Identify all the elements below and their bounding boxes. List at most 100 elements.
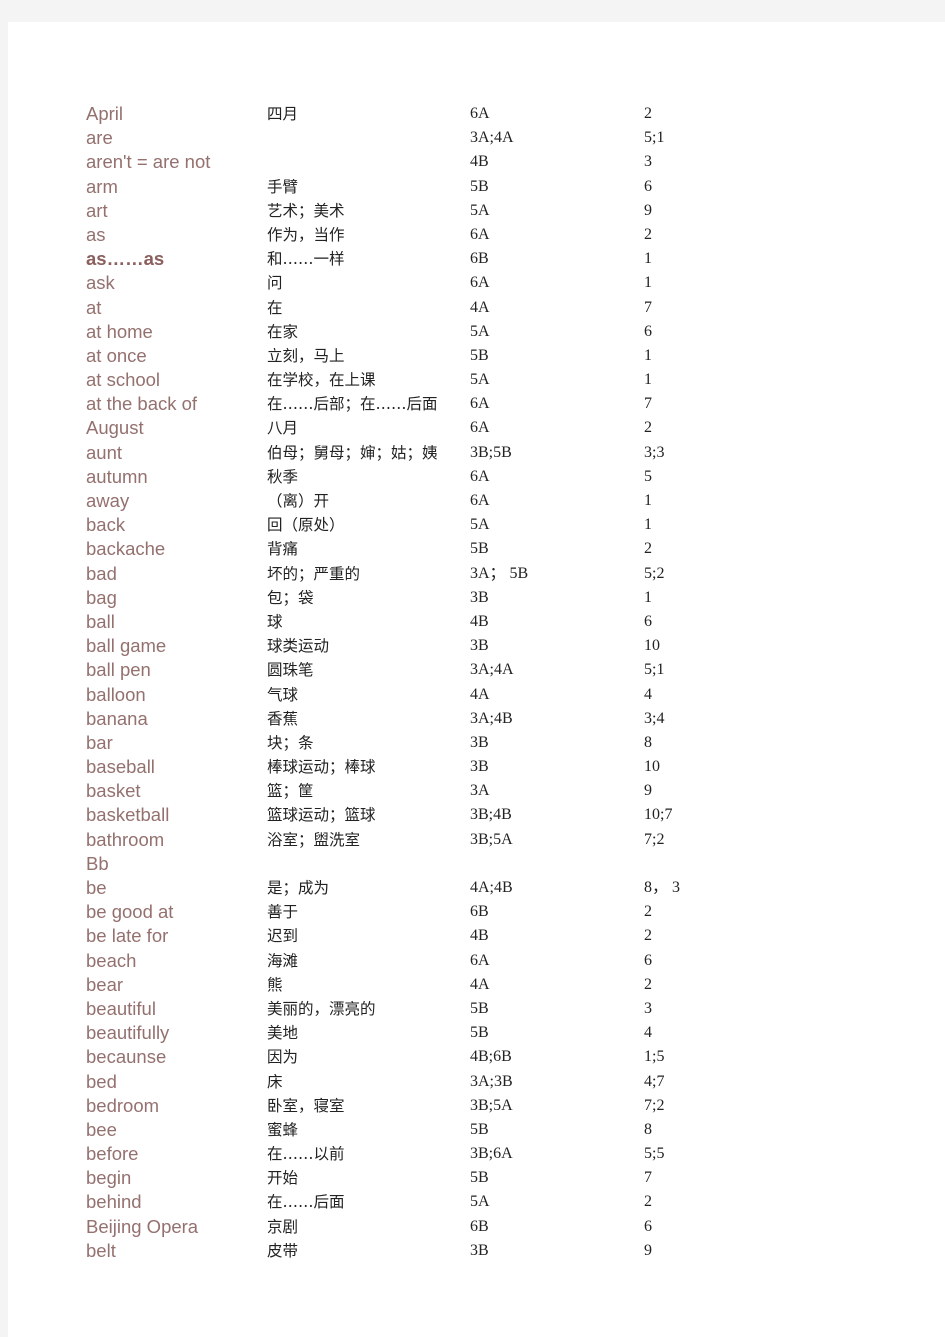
- book-cell: 4B;6B: [470, 1048, 512, 1066]
- word-cell: bed: [86, 1070, 117, 1092]
- word-cell: be late for: [86, 925, 169, 947]
- unit-cell: 1: [644, 346, 652, 364]
- unit-cell: 7;2: [644, 1096, 665, 1114]
- meaning-cell: 在……以前: [267, 1145, 345, 1164]
- unit-cell: 4: [644, 1024, 652, 1042]
- unit-cell: 6: [644, 612, 652, 630]
- book-cell: 3B;5A: [470, 830, 513, 848]
- unit-cell: 8: [644, 1120, 652, 1138]
- meaning-cell: 皮带: [267, 1241, 299, 1260]
- book-cell: 3B: [470, 588, 489, 606]
- meaning-cell: 蜜蜂: [267, 1120, 299, 1139]
- word-cell: at once: [86, 344, 147, 366]
- word-cell: ball pen: [86, 659, 151, 681]
- meaning-cell: 篮球运动；篮球: [267, 806, 376, 825]
- book-cell: 3A;4A: [470, 129, 514, 147]
- word-cell: backache: [86, 538, 166, 560]
- unit-cell: 6: [644, 1217, 652, 1235]
- word-cell: basket: [86, 780, 141, 802]
- unit-cell: 2: [644, 927, 652, 945]
- book-cell: 5B: [470, 1024, 489, 1042]
- meaning-cell: 八月: [267, 419, 299, 438]
- word-cell: bar: [86, 731, 113, 753]
- word-cell: be good at: [86, 901, 174, 923]
- unit-cell: 10: [644, 758, 660, 776]
- unit-cell: 1: [644, 274, 652, 292]
- book-cell: 3B: [470, 637, 489, 655]
- word-cell: ask: [86, 272, 115, 294]
- meaning-cell: 手臂: [267, 177, 299, 196]
- meaning-cell: 因为: [267, 1048, 299, 1067]
- meaning-cell: 迟到: [267, 927, 299, 946]
- meaning-cell: 在学校，在上课: [267, 371, 376, 390]
- book-cell: 6A: [470, 951, 490, 969]
- word-cell: beautiful: [86, 997, 156, 1019]
- meaning-cell: 回（原处）: [267, 516, 345, 535]
- word-cell: ball: [86, 610, 115, 632]
- book-cell: 6A: [470, 225, 490, 243]
- book-cell: 4A: [470, 685, 490, 703]
- unit-cell: 1: [644, 371, 652, 389]
- unit-cell: 9: [644, 1241, 652, 1259]
- unit-cell: 9: [644, 201, 652, 219]
- meaning-cell: 包；袋: [267, 588, 314, 607]
- book-cell: 3B: [470, 758, 489, 776]
- word-cell: bag: [86, 586, 117, 608]
- unit-cell: 1: [644, 516, 652, 534]
- unit-cell: 8， 3: [644, 879, 681, 896]
- unit-cell: 9: [644, 782, 652, 800]
- book-cell: 3B: [470, 1241, 489, 1259]
- book-cell: 6A: [470, 419, 490, 437]
- meaning-cell: 立刻，马上: [267, 346, 345, 365]
- book-cell: 5B: [470, 999, 489, 1017]
- book-cell: 5B: [470, 177, 489, 195]
- unit-cell: 6: [644, 951, 652, 969]
- meaning-cell: 开始: [267, 1169, 299, 1188]
- word-cell: begin: [86, 1167, 132, 1189]
- word-cell: bear: [86, 973, 124, 995]
- meaning-cell: 四月: [267, 105, 299, 123]
- meaning-cell: 卧室，寝室: [267, 1096, 345, 1115]
- word-cell: basketball: [86, 804, 170, 826]
- word-cell: be: [86, 877, 107, 898]
- unit-cell: 5;1: [644, 661, 665, 679]
- unit-cell: 1: [644, 588, 652, 606]
- unit-cell: 5: [644, 467, 652, 485]
- book-cell: 4A;4B: [470, 879, 513, 896]
- book-cell: 3B;5B: [470, 443, 512, 461]
- word-cell: August: [86, 417, 144, 439]
- unit-cell: 7: [644, 298, 652, 316]
- unit-cell: 6: [644, 322, 652, 340]
- word-cell: beautifully: [86, 1022, 170, 1044]
- meaning-cell: 问: [267, 274, 283, 293]
- meaning-cell: 京剧: [267, 1217, 299, 1236]
- book-cell: 5B: [470, 1120, 489, 1138]
- word-cell: baseball: [86, 756, 155, 778]
- book-cell: 3A;3B: [470, 1072, 513, 1090]
- unit-cell: 4: [644, 685, 652, 703]
- book-cell: 5B: [470, 1169, 489, 1187]
- unit-cell: 4;7: [644, 1072, 665, 1090]
- unit-cell: 8: [644, 733, 652, 751]
- unit-cell: 2: [644, 419, 652, 437]
- meaning-cell: 和……一样: [267, 250, 345, 269]
- meaning-cell: 棒球运动；棒球: [267, 758, 376, 777]
- unit-cell: 2: [644, 1193, 652, 1211]
- word-cell: bedroom: [86, 1094, 160, 1116]
- book-cell: 5A: [470, 371, 490, 389]
- unit-cell: 2: [644, 540, 652, 558]
- word-cell: beach: [86, 949, 137, 971]
- book-cell: 5A: [470, 201, 490, 219]
- book-cell: 3B: [470, 733, 489, 751]
- book-cell: 5A: [470, 1193, 490, 1211]
- book-cell: 6B: [470, 1217, 489, 1235]
- meaning-cell: 球类运动: [267, 637, 330, 656]
- unit-cell: 3: [644, 153, 652, 171]
- book-cell: 6B: [470, 250, 489, 268]
- word-cell: bathroom: [86, 828, 165, 850]
- word-cell: bad: [86, 562, 117, 584]
- unit-cell: 7;2: [644, 830, 665, 848]
- word-cell: away: [86, 490, 130, 511]
- word-cell: as……as: [86, 248, 165, 270]
- meaning-cell: 在……后部；在……后面: [267, 395, 438, 414]
